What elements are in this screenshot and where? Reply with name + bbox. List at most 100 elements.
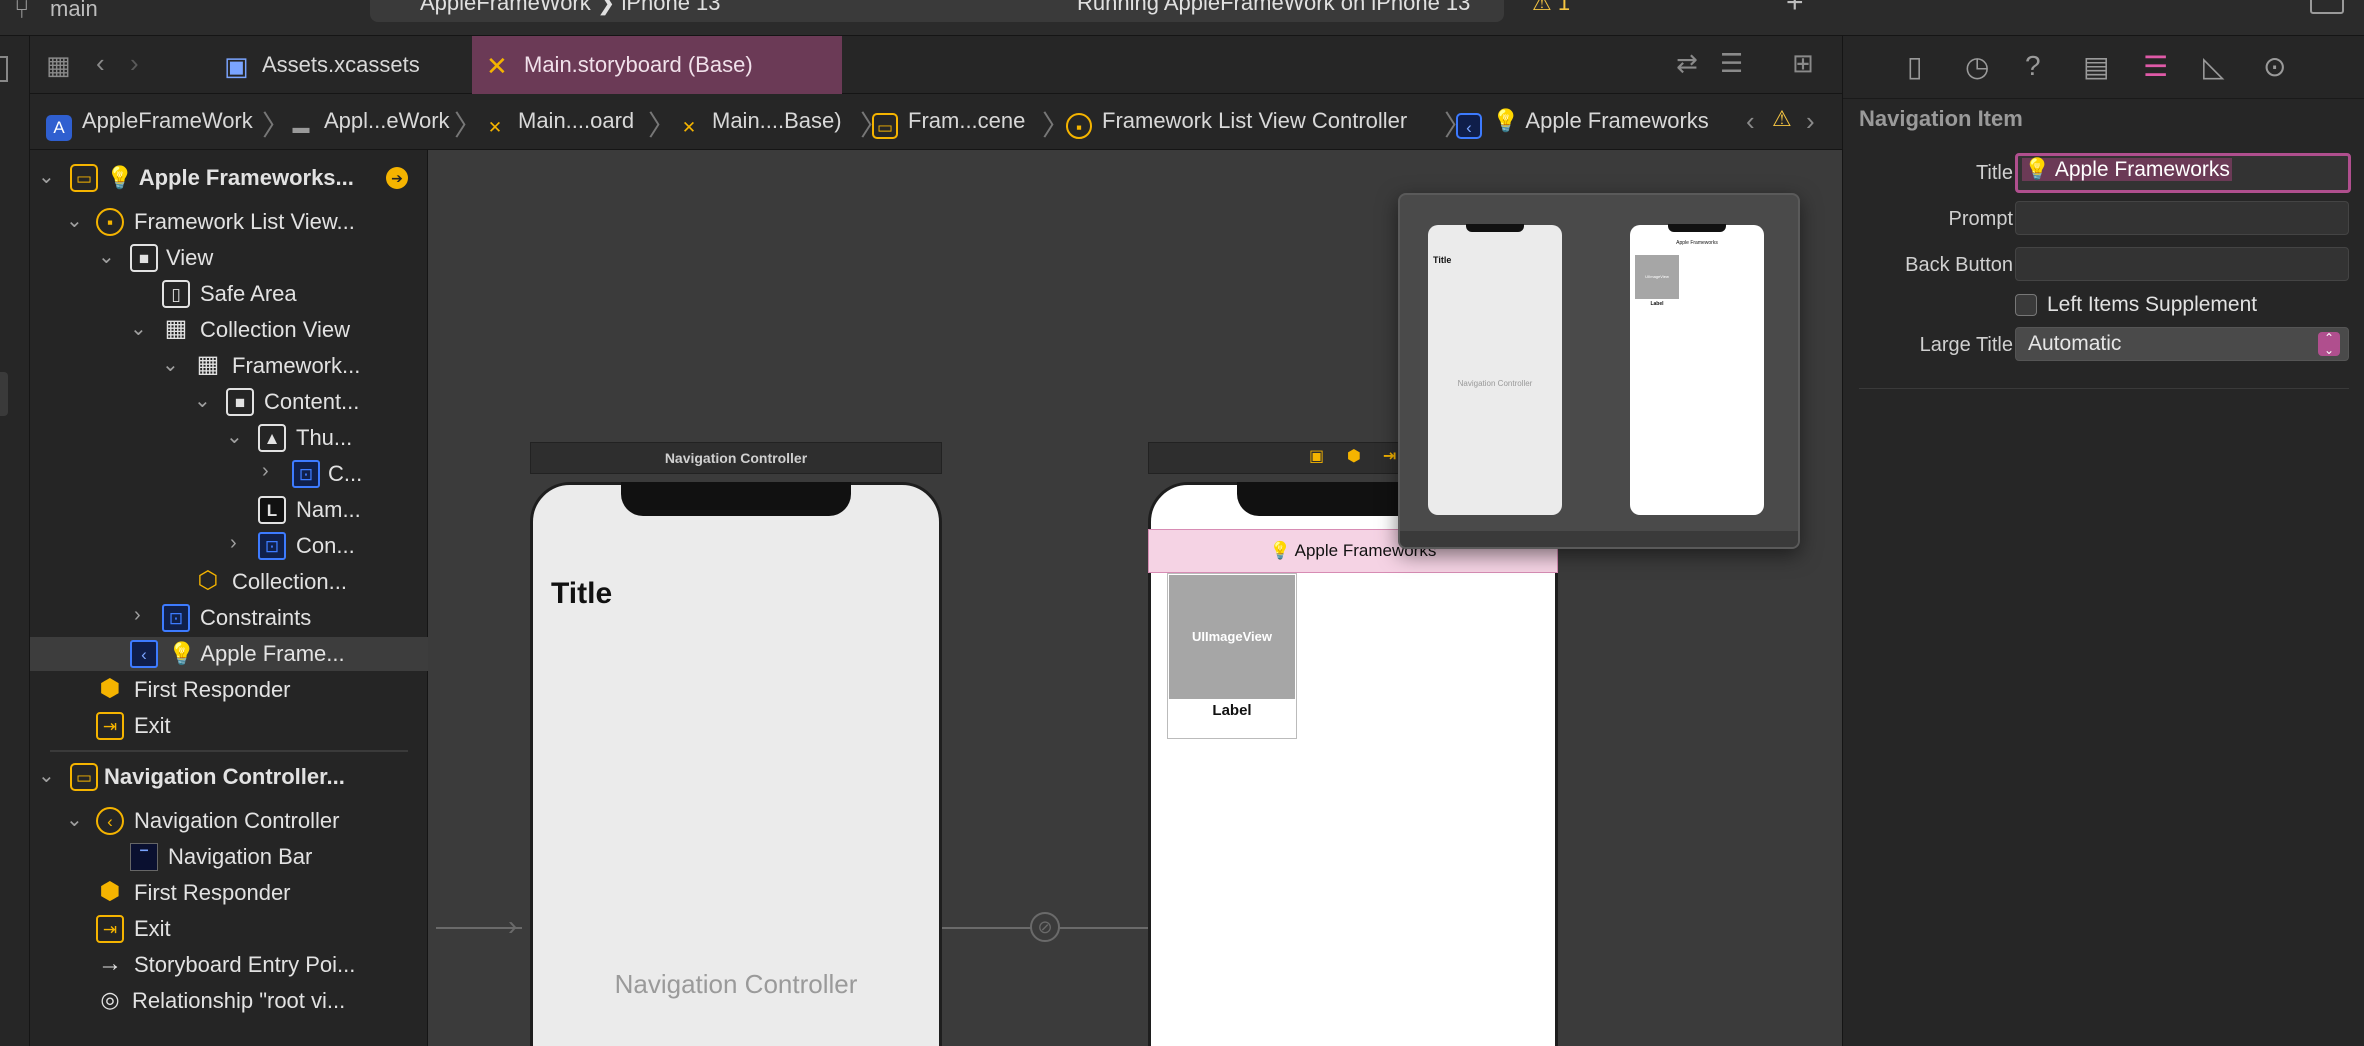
scene-dock[interactable]: ▣ ⬢ ⇥ [1148,442,1428,474]
chevron-left-icon[interactable]: ‹ [96,48,105,79]
identity-inspector-icon[interactable]: ▤ [2083,50,2109,83]
large-title-select[interactable]: Automatic ⌃ ⌄ [2015,327,2349,361]
outline-item-safe-area[interactable]: ▯ Safe Area [30,277,428,311]
outline-item-collection-view[interactable]: ⌄ ▦ Collection View [30,313,428,347]
branch-label[interactable]: main [50,0,98,22]
breadcrumb-view-controller[interactable]: ▪ Framework List View Controller [1066,108,1407,139]
navigation-controller-placeholder: Navigation Controller [614,969,858,999]
minimap-nav-controller[interactable]: Title Navigation Controller [1428,224,1562,515]
chevron-down-icon[interactable]: ⌄ [194,388,211,413]
outline-item-navigation-bar[interactable]: ▔ Navigation Bar [30,840,428,874]
outline-item-constraints[interactable]: › ⊡ Constraints [30,601,428,635]
device-notch [621,482,851,516]
warning-icon[interactable]: ⚠ [1772,106,1792,132]
outline-item-exit-2[interactable]: ⇥ Exit [30,912,428,946]
attributes-inspector-icon[interactable]: ☰ [2143,50,2168,83]
outline-item-cell[interactable]: ⌄ ▦ Framework... [30,349,428,383]
large-title-selected-value: Automatic [2028,332,2122,355]
chevron-down-icon[interactable]: ⌄ [226,424,243,449]
outline-item-first-responder[interactable]: ⬢ First Responder [30,673,428,707]
chevron-right-icon[interactable]: › [230,532,237,555]
first-responder-dock-icon: ⬢ [1347,448,1361,465]
connections-inspector-icon[interactable]: ⊙ [2263,50,2286,83]
warning-badge[interactable]: ⚠ 1 [1532,0,1570,16]
editor-options-icon[interactable]: ☰ [1720,48,1743,79]
breadcrumb-group[interactable]: ▬ Appl...eWork [288,108,450,141]
outline-item-nav-scene[interactable]: ⌄ ▭ Navigation Controller... [30,760,428,794]
outline-item-relationship[interactable]: ◎ Relationship "root vi... [30,984,428,1018]
toggle-inspector-icon[interactable] [2310,0,2344,14]
breadcrumb-project[interactable]: A AppleFrameWork [46,108,253,141]
chevron-down-icon[interactable]: ⌄ [98,244,115,269]
storyboard-canvas[interactable]: Navigation Controller Title Navigation C… [428,150,1842,1046]
chevron-down-icon[interactable]: ⌄ [38,763,55,788]
outline-item-scene[interactable]: ⌄ ▭ 💡 Apple Frameworks... ➔ [30,161,428,195]
chevron-down-icon[interactable]: ⌄ [130,316,147,341]
grid-icon[interactable]: ▦ [46,50,71,81]
breadcrumb-scene[interactable]: ▭ Fram...cene [872,108,1025,139]
breadcrumb-navigation-item[interactable]: ‹ 💡 Apple Frameworks [1456,108,1709,139]
breadcrumb-separator: 〉 [648,110,677,141]
constraints-icon: ⊡ [292,460,320,488]
add-editor-icon[interactable]: ⊞ [1792,48,1814,79]
tab-label: Assets.xcassets [262,52,420,77]
outline-item-thumbnail[interactable]: ⌄ ▲ Thu... [30,421,428,455]
outline-item-content-view[interactable]: ⌄ ■ Content... [30,385,428,419]
tab-label: Main.storyboard (Base) [524,52,753,77]
chevron-right-icon[interactable]: › [130,48,139,79]
segue-icon[interactable]: ⊘ [1030,912,1060,942]
outline-item-exit[interactable]: ⇥ Exit [30,709,428,743]
outline-item-label: Framework List View... [134,209,355,234]
outline-item-view-controller[interactable]: ⌄ ▪ Framework List View... [30,205,428,239]
cell-label[interactable]: Label [1168,702,1296,719]
view-icon: ■ [226,388,254,416]
outline-item-first-responder-2[interactable]: ⬢ First Responder [30,876,428,910]
size-inspector-icon[interactable]: ◺ [2203,50,2225,83]
prompt-field[interactable] [2015,201,2349,235]
scene-title-bar[interactable]: Navigation Controller [530,442,942,474]
chevron-down-icon[interactable]: ⌄ [66,208,83,233]
file-inspector-icon[interactable]: ▯ [1907,50,1922,83]
left-items-supplement-label: Left Items Supplement [2047,293,2258,316]
next-issue-icon[interactable]: › [1806,106,1815,137]
outline-item-constraints-small[interactable]: › ⊡ C... [30,457,428,491]
storyboard-icon: ✕ [681,118,697,137]
view-controller-icon: ▪ [1066,113,1092,139]
breadcrumb-storyboard-base[interactable]: ✕ Main....Base) [676,108,842,141]
outline-item-entry-point[interactable]: → Storyboard Entry Poi... [30,948,428,982]
history-inspector-icon[interactable]: ◷ [1965,50,1989,83]
outline-item-navigation-item[interactable]: ‹ 💡 Apple Frame... [30,637,428,671]
outline-item-navigation-controller[interactable]: ⌄ ‹ Navigation Controller [30,804,428,838]
scheme-label[interactable]: AppleFrameWork ❯ iPhone 13 [420,0,721,16]
minimap[interactable]: Title Navigation Controller Apple Framew… [1398,193,1800,549]
outline-item-content-constraints[interactable]: › ⊡ Con... [30,529,428,563]
outline-item-name-label[interactable]: L Nam... [30,493,428,527]
chevron-down-icon[interactable]: ⌄ [38,164,55,189]
chevron-right-icon[interactable]: › [262,460,269,483]
minimap-list-controller[interactable]: Apple Frameworks UIImageView Label [1630,224,1764,515]
left-items-supplement-checkbox[interactable] [2015,294,2037,316]
swap-icon[interactable]: ⇄ [1676,48,1698,79]
outline-item-collection-layout[interactable]: ⬡ Collection... [30,565,428,599]
chevron-down-icon[interactable]: ⌄ [66,807,83,832]
outline-item-label: Collection... [232,569,347,594]
help-inspector-icon[interactable]: ? [2025,50,2041,82]
tab-main-storyboard[interactable]: ✕ Main.storyboard (Base) [472,36,842,94]
chevron-down-icon[interactable]: ⌄ [162,352,179,377]
tab-assets[interactable]: ▣ Assets.xcassets [210,36,504,94]
outline-item-label: Exit [134,916,171,941]
back-button-field[interactable] [2015,247,2349,281]
outline-item-view[interactable]: ⌄ ■ View [30,241,428,275]
go-arrow-icon[interactable]: ➔ [386,167,408,189]
framework-list-device[interactable]: 💡 Apple Frameworks UIImageView Label [1148,482,1558,1046]
title-field[interactable]: 💡 Apple Frameworks [2015,153,2351,193]
collection-cell[interactable]: UIImageView Label [1167,573,1297,739]
outline-item-label: Navigation Bar [168,844,313,869]
breadcrumb-storyboard[interactable]: ✕ Main....oard [482,108,634,141]
navigator-toggle-icon[interactable] [0,56,8,82]
navigation-controller-device[interactable]: Title Navigation Controller [530,482,942,1046]
image-view[interactable]: UIImageView [1169,575,1295,699]
add-icon[interactable]: + [1786,0,1804,20]
previous-issue-icon[interactable]: ‹ [1746,106,1755,137]
chevron-right-icon[interactable]: › [134,604,141,627]
